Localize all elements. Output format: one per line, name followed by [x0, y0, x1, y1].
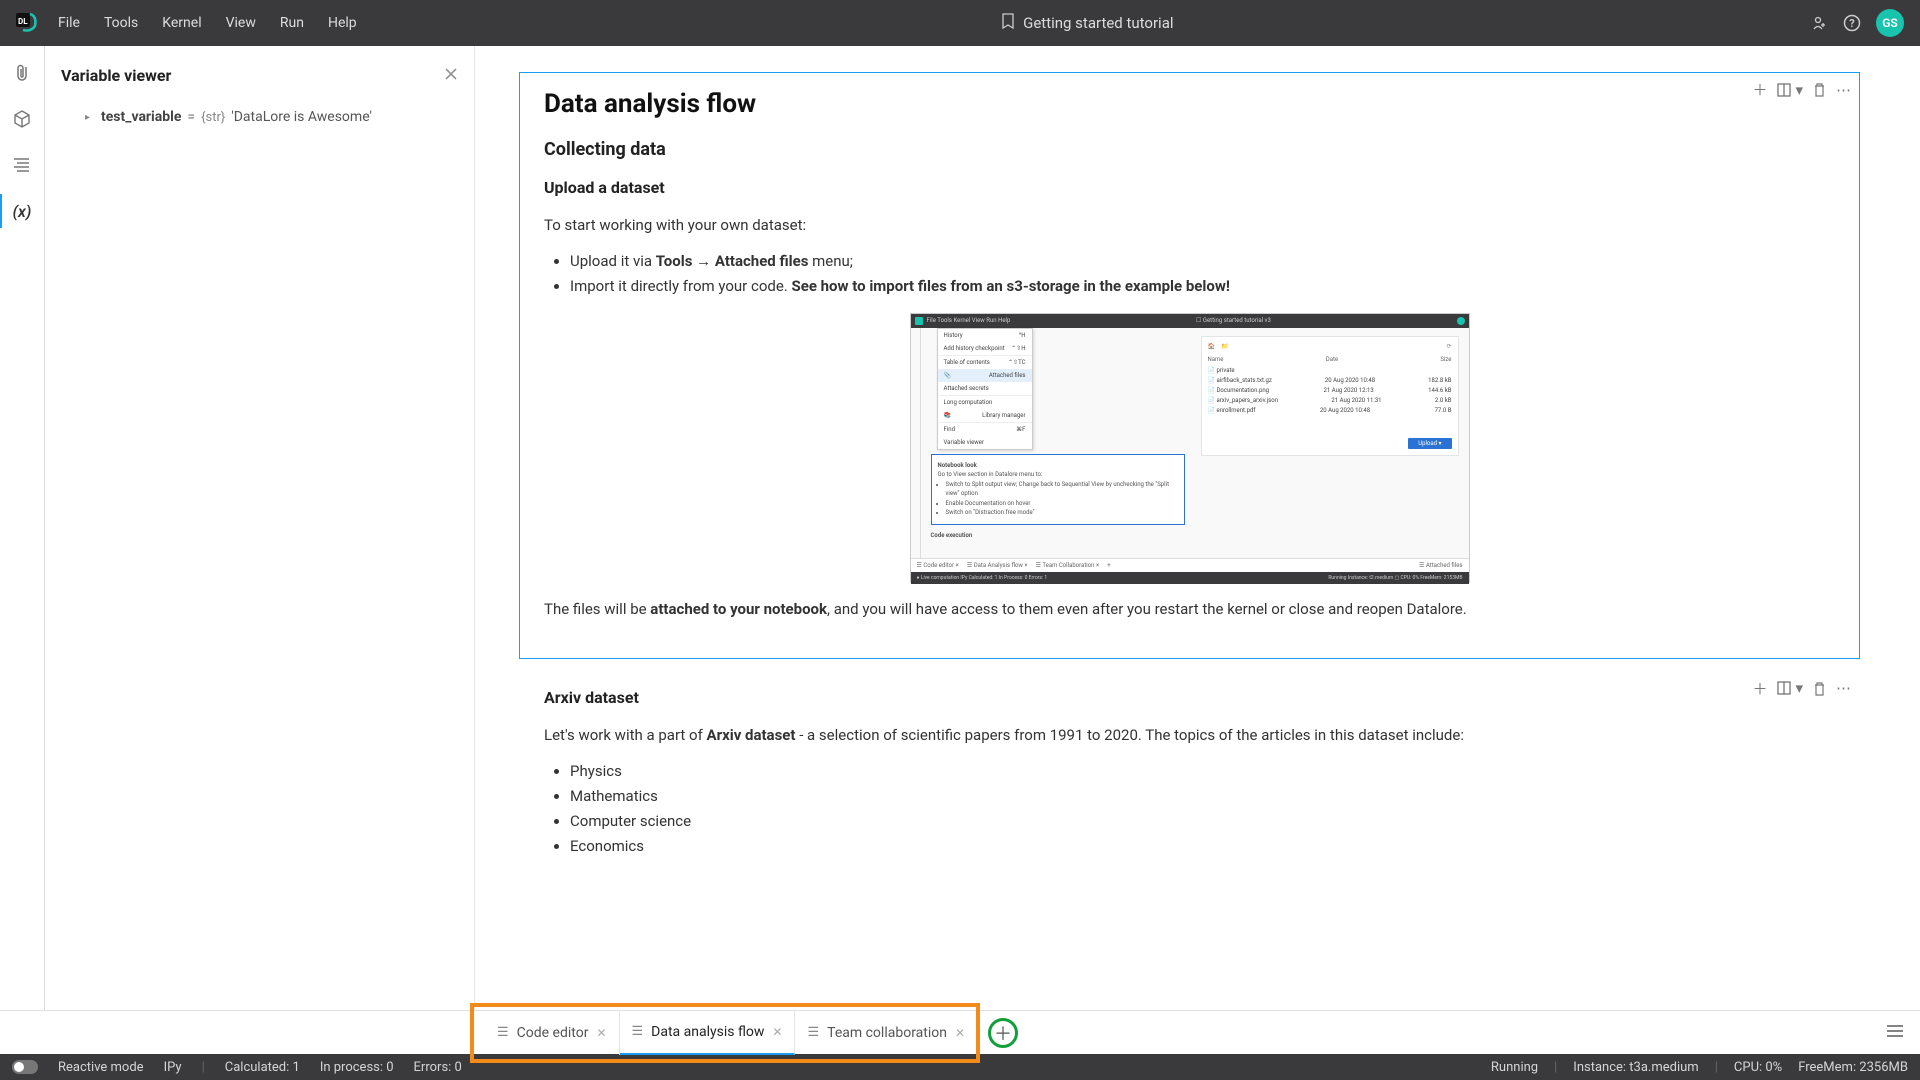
paragraph: To start working with your own dataset: — [544, 215, 1835, 236]
avatar[interactable]: GS — [1876, 9, 1904, 37]
menu-run[interactable]: Run — [270, 11, 314, 35]
tab-code-editor[interactable]: ☰ Code editor ✕ — [485, 1011, 620, 1055]
inprocess-count: In process: 0 — [320, 1060, 394, 1075]
cell-heading-3: Arxiv dataset — [544, 688, 1835, 707]
list-item: Import it directly from your code. See h… — [570, 275, 1835, 298]
more-icon[interactable]: ⋯ — [1836, 81, 1851, 99]
close-icon[interactable] — [444, 66, 458, 85]
delete-cell-icon[interactable] — [1813, 82, 1826, 97]
notebook-cell[interactable]: ＋ ▾ ⋯ Data analysis flow Collecting data… — [519, 72, 1860, 659]
add-cell-icon[interactable]: ＋ — [1752, 678, 1767, 699]
outline-icon[interactable] — [11, 154, 33, 176]
calculated-count: Calculated: 1 — [225, 1060, 300, 1075]
kernel-type: IPy — [164, 1060, 182, 1075]
share-icon[interactable] — [1808, 13, 1828, 33]
tab-team-collaboration[interactable]: ☰ Team collaboration ✕ — [795, 1011, 978, 1055]
reactive-mode-label: Reactive mode — [58, 1060, 144, 1075]
variable-name: test_variable — [101, 109, 181, 125]
variable-type: {str} — [201, 110, 225, 125]
list-item: Mathematics — [570, 785, 1835, 808]
sheet-icon: ☰ — [632, 1024, 644, 1039]
svg-text:DL: DL — [18, 17, 28, 26]
add-cell-icon[interactable]: ＋ — [1752, 79, 1767, 100]
mem-info: FreeMem: 2356MB — [1798, 1060, 1908, 1075]
sheet-icon: ☰ — [497, 1025, 509, 1040]
menu-kernel[interactable]: Kernel — [152, 11, 211, 35]
reactive-mode-toggle[interactable] — [12, 1060, 38, 1074]
embedded-screenshot: File Tools Kernel View Run Help ☐ Gettin… — [910, 313, 1470, 583]
add-tab-button[interactable]: ＋ — [988, 1018, 1018, 1048]
equals-sign: = — [187, 109, 195, 125]
cpu-info: CPU: 0% — [1734, 1060, 1782, 1075]
list-item: Economics — [570, 835, 1835, 858]
close-tab-icon[interactable]: ✕ — [772, 1025, 782, 1039]
instance-info: Instance: t3a.medium — [1573, 1060, 1698, 1075]
delete-cell-icon[interactable] — [1813, 681, 1826, 696]
cell-heading-2: Collecting data — [544, 139, 1835, 160]
list-item: Physics — [570, 760, 1835, 783]
menu-help[interactable]: Help — [318, 11, 367, 35]
list-item: Upload it via Tools → Attached files men… — [570, 250, 1835, 273]
cell-heading-3: Upload a dataset — [544, 178, 1835, 197]
list-item: Computer science — [570, 810, 1835, 833]
variable-value: 'DataLore is Awesome' — [231, 109, 372, 125]
menu-view[interactable]: View — [216, 11, 266, 35]
hamburger-icon[interactable] — [1886, 1023, 1920, 1042]
tab-data-analysis-flow[interactable]: ☰ Data analysis flow ✕ — [620, 1011, 796, 1055]
cell-type-icon[interactable]: ▾ — [1777, 81, 1803, 99]
paragraph: Let's work with a part of Arxiv dataset … — [544, 725, 1835, 746]
help-icon[interactable]: ? — [1842, 13, 1862, 33]
cell-heading-1: Data analysis flow — [544, 89, 1835, 119]
attachments-icon[interactable] — [11, 62, 33, 84]
menu-file[interactable]: File — [48, 11, 90, 35]
close-tab-icon[interactable]: ✕ — [596, 1026, 606, 1040]
page-title: Getting started tutorial — [1023, 14, 1173, 32]
panel-title: Variable viewer — [61, 66, 171, 85]
package-icon[interactable] — [11, 108, 33, 130]
bookmark-icon — [1001, 13, 1015, 33]
variables-icon[interactable]: (x) — [11, 200, 33, 222]
cell-type-icon[interactable]: ▾ — [1777, 679, 1803, 697]
kernel-status: Running — [1491, 1060, 1538, 1075]
svg-text:?: ? — [1849, 17, 1855, 30]
menu-tools[interactable]: Tools — [94, 11, 148, 35]
app-logo: DL — [12, 9, 40, 37]
paragraph: The files will be attached to your noteb… — [544, 599, 1835, 620]
notebook-cell[interactable]: ＋ ▾ ⋯ Arxiv dataset Let's work with a pa… — [519, 671, 1860, 898]
variable-row[interactable]: test_variable = {str} 'DataLore is Aweso… — [45, 99, 474, 135]
more-icon[interactable]: ⋯ — [1836, 679, 1851, 697]
sheet-icon: ☰ — [807, 1025, 819, 1040]
errors-count: Errors: 0 — [414, 1060, 462, 1075]
close-tab-icon[interactable]: ✕ — [955, 1026, 965, 1040]
